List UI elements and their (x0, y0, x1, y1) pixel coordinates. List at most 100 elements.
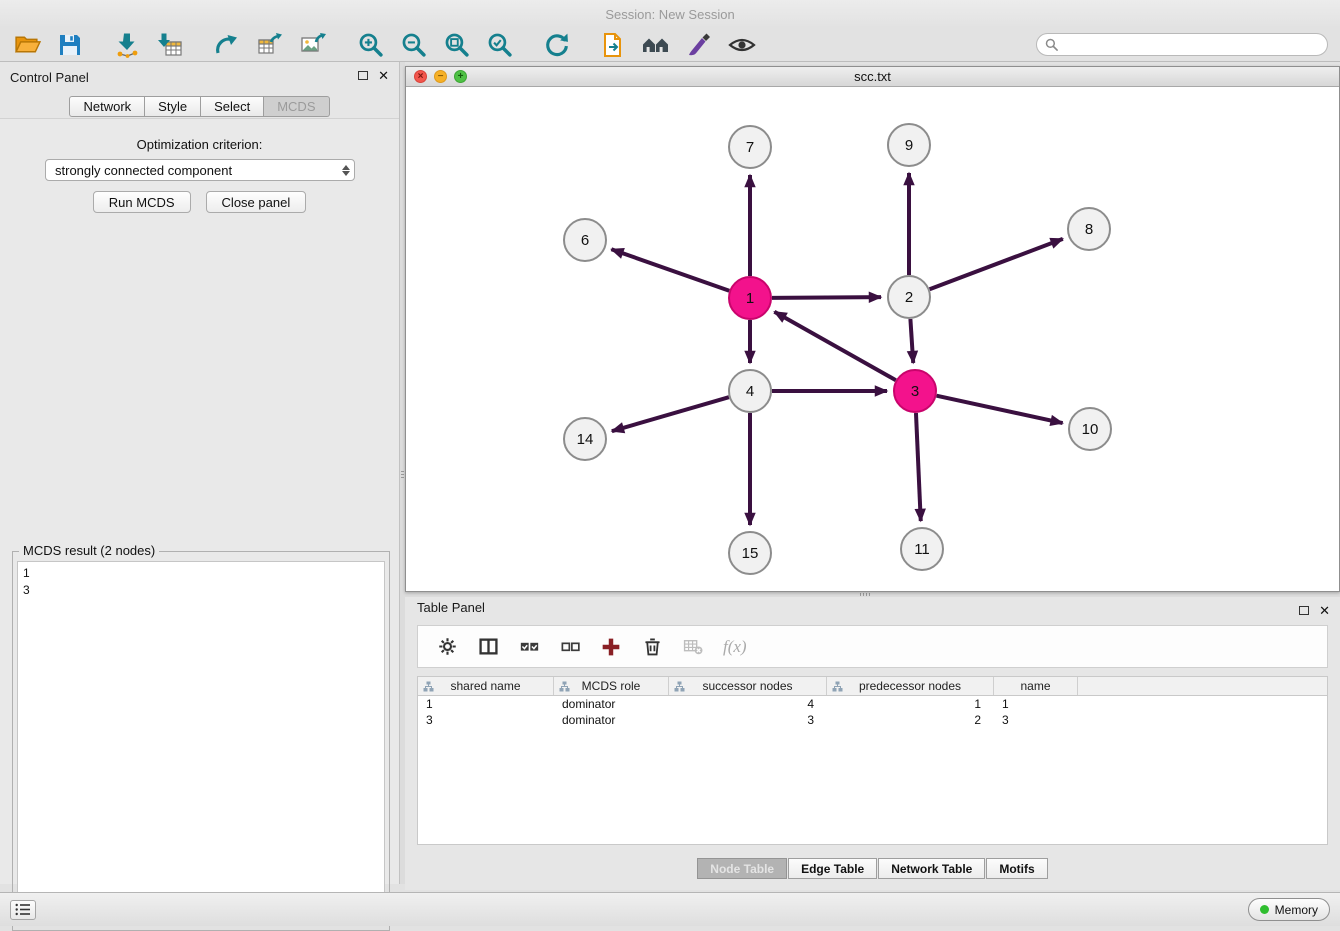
tab-motifs[interactable]: Motifs (986, 858, 1047, 879)
refresh-icon (543, 31, 570, 58)
import-network-button[interactable] (112, 30, 142, 60)
node-15[interactable]: 15 (729, 532, 771, 574)
deselect-all-columns-button[interactable] (559, 636, 581, 658)
zoom-out-button[interactable] (398, 30, 428, 60)
network-canvas[interactable]: 7 9 6 8 1 2 4 3 14 10 15 11 (406, 87, 1339, 591)
show-columns-button[interactable] (477, 636, 499, 658)
tab-node-table[interactable]: Node Table (697, 858, 787, 879)
zoom-selected-button[interactable] (484, 30, 514, 60)
search-input[interactable] (1063, 37, 1319, 52)
cell-successor-nodes[interactable]: 4 (669, 697, 827, 711)
float-panel-icon[interactable] (358, 71, 368, 80)
edge-1-2[interactable] (772, 297, 881, 298)
search-icon (1045, 38, 1058, 51)
column-header-successor-nodes[interactable]: successor nodes (669, 677, 827, 695)
close-table-panel-icon[interactable]: ✕ (1319, 604, 1330, 617)
mcds-result-list[interactable]: 1 3 (17, 561, 385, 925)
table-panel-tabs: Node Table Edge Table Network Table Moti… (405, 858, 1340, 879)
view-toolbar-group (598, 30, 757, 60)
criterion-dropdown[interactable]: strongly connected component (45, 159, 355, 181)
cell-mcds-role[interactable]: dominator (554, 713, 669, 727)
save-session-button[interactable] (55, 30, 85, 60)
apply-style-button[interactable] (684, 30, 714, 60)
export-table-button[interactable] (255, 30, 285, 60)
column-header-shared-name[interactable]: shared name (418, 677, 554, 695)
zoom-in-button[interactable] (355, 30, 385, 60)
tab-network[interactable]: Network (69, 96, 145, 117)
memory-label: Memory (1275, 903, 1318, 917)
refresh-view-button[interactable] (541, 30, 571, 60)
function-builder-icon[interactable]: f(x) (723, 637, 747, 657)
share-document-button[interactable] (598, 30, 628, 60)
column-header-predecessor-nodes[interactable]: predecessor nodes (827, 677, 994, 695)
network-canvas-container: 7 9 6 8 1 2 4 3 14 10 15 11 (406, 87, 1339, 591)
node-3[interactable]: 3 (894, 370, 936, 412)
network-window-titlebar[interactable]: × − + scc.txt (406, 67, 1339, 87)
delete-row-button[interactable] (641, 636, 663, 658)
window-minimize-icon[interactable]: − (434, 70, 447, 83)
export-table-icon (257, 32, 283, 58)
edge-4-14[interactable] (612, 397, 729, 431)
node-11[interactable]: 11 (901, 528, 943, 570)
table-row[interactable]: 1 dominator 4 1 1 (418, 696, 1327, 712)
edge-3-11[interactable] (916, 413, 921, 521)
run-mcds-button[interactable]: Run MCDS (93, 191, 191, 213)
task-history-button[interactable] (10, 900, 36, 920)
export-image-button[interactable] (298, 30, 328, 60)
table-row[interactable]: 3 dominator 3 2 3 (418, 712, 1327, 728)
delete-table-button[interactable] (682, 636, 704, 658)
add-row-button[interactable] (600, 636, 622, 658)
tab-edge-table[interactable]: Edge Table (788, 858, 877, 879)
open-session-button[interactable] (12, 30, 42, 60)
node-7[interactable]: 7 (729, 126, 771, 168)
node-10[interactable]: 10 (1069, 408, 1111, 450)
node-label: 4 (746, 383, 754, 400)
close-panel-icon[interactable]: ✕ (378, 69, 389, 82)
edge-3-1[interactable] (774, 312, 895, 380)
cell-successor-nodes[interactable]: 3 (669, 713, 827, 727)
table-settings-button[interactable] (436, 636, 458, 658)
birdseye-view-button[interactable] (641, 30, 671, 60)
column-header-mcds-role[interactable]: MCDS role (554, 677, 669, 695)
close-panel-button[interactable]: Close panel (206, 191, 307, 213)
cell-mcds-role[interactable]: dominator (554, 697, 669, 711)
node-2[interactable]: 2 (888, 276, 930, 318)
tab-mcds[interactable]: MCDS (264, 96, 329, 117)
cell-name[interactable]: 1 (994, 697, 1078, 711)
tab-style[interactable]: Style (145, 96, 201, 117)
status-bar: Memory (0, 892, 1340, 926)
edge-3-10[interactable] (936, 396, 1062, 423)
memory-button[interactable]: Memory (1248, 898, 1330, 921)
zoom-selected-icon (486, 31, 513, 58)
edge-1-6[interactable] (611, 249, 729, 290)
select-all-columns-button[interactable] (518, 636, 540, 658)
cell-shared-name[interactable]: 1 (418, 697, 554, 711)
tab-select[interactable]: Select (201, 96, 264, 117)
column-label: name (1020, 679, 1050, 693)
node-6[interactable]: 6 (564, 219, 606, 261)
column-header-name[interactable]: name (994, 677, 1078, 695)
memory-status-icon (1260, 905, 1269, 914)
node-9[interactable]: 9 (888, 124, 930, 166)
show-hide-button[interactable] (727, 30, 757, 60)
tab-network-table[interactable]: Network Table (878, 858, 985, 879)
cell-predecessor-nodes[interactable]: 2 (827, 713, 994, 727)
window-zoom-icon[interactable]: + (454, 70, 467, 83)
edge-2-3[interactable] (910, 319, 913, 363)
horizontal-splitter-grip[interactable] (860, 593, 884, 596)
cell-predecessor-nodes[interactable]: 1 (827, 697, 994, 711)
node-4[interactable]: 4 (729, 370, 771, 412)
attribute-icon (559, 681, 570, 692)
columns-icon (479, 637, 498, 656)
zoom-fit-button[interactable] (441, 30, 471, 60)
float-table-panel-icon[interactable] (1299, 606, 1309, 615)
cell-shared-name[interactable]: 3 (418, 713, 554, 727)
edge-2-8[interactable] (930, 239, 1063, 289)
cell-name[interactable]: 3 (994, 713, 1078, 727)
node-1[interactable]: 1 (729, 277, 771, 319)
import-table-button[interactable] (155, 30, 185, 60)
window-close-icon[interactable]: × (414, 70, 427, 83)
node-8[interactable]: 8 (1068, 208, 1110, 250)
node-14[interactable]: 14 (564, 418, 606, 460)
new-network-button[interactable] (212, 30, 242, 60)
